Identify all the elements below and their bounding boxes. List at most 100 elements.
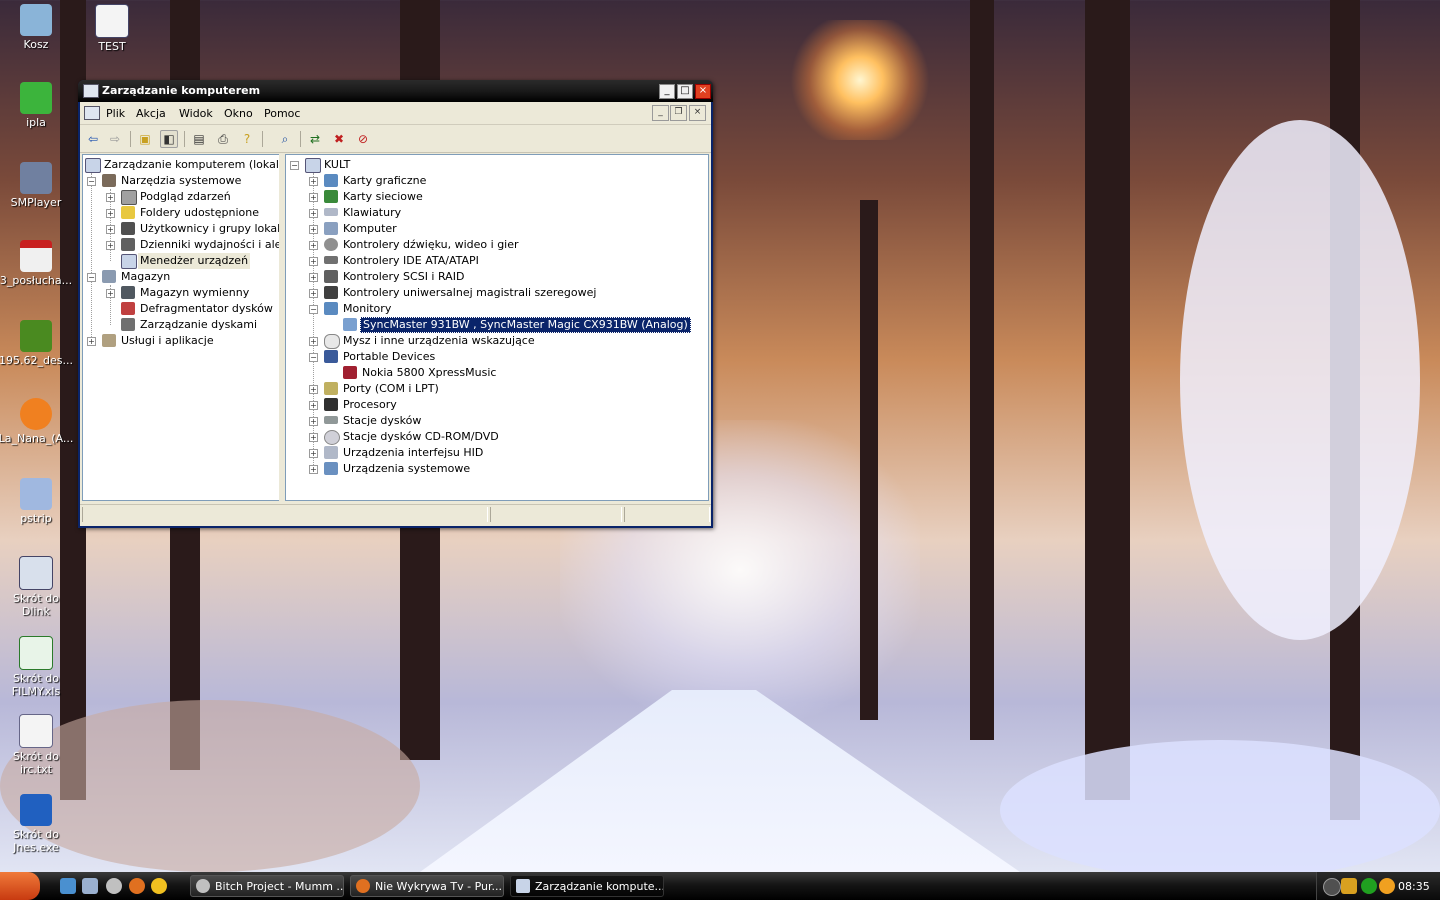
desktop-icon-ipla[interactable]: ipla <box>0 82 74 129</box>
gg-icon[interactable] <box>1361 878 1377 894</box>
desktop-icon-jnes[interactable]: Skrót do Jnes.exe <box>0 794 74 854</box>
desktop-icon-label: La_Nana_(A... <box>0 432 74 445</box>
taskbar-button-active[interactable]: Zarządzanie kompute... <box>510 875 664 897</box>
desktop-icon-irc[interactable]: Skrót do irc.txt <box>0 714 74 776</box>
expand-toggle[interactable]: + <box>309 433 318 442</box>
expand-toggle[interactable]: + <box>309 177 318 186</box>
mdi-restore-button[interactable]: ❐ <box>670 105 687 121</box>
expand-toggle[interactable]: + <box>309 337 318 346</box>
expand-toggle[interactable]: + <box>106 241 115 250</box>
mdi-minimize-button[interactable]: _ <box>652 105 669 121</box>
desktop-icon-dlink[interactable]: Skrót do Dlink <box>0 556 74 618</box>
computer-management-icon[interactable] <box>84 106 100 120</box>
window-titlebar[interactable]: Zarządzanie komputerem _ □ × <box>78 80 713 102</box>
desktop-icon-label: Skrót do Jnes.exe <box>13 828 59 854</box>
collapse-toggle[interactable]: − <box>309 353 318 362</box>
wallpaper-tree <box>1085 0 1130 800</box>
expand-toggle[interactable]: + <box>309 225 318 234</box>
back-icon[interactable]: ⇦ <box>84 130 102 148</box>
expand-toggle[interactable]: + <box>309 465 318 474</box>
up-folder-icon[interactable]: ▣ <box>136 130 154 148</box>
clock[interactable]: 08:35 <box>1398 880 1430 893</box>
sun-icon[interactable] <box>1379 878 1395 894</box>
menu-plik[interactable]: Plik <box>106 107 125 120</box>
tree-item-label: Narzędzia systemowe <box>121 174 242 187</box>
uninstall-icon[interactable]: ✖ <box>330 130 348 148</box>
expand-toggle[interactable]: + <box>309 257 318 266</box>
tree-item-label: Dzienniki wydajności i alerty <box>140 238 280 251</box>
collapse-toggle[interactable]: − <box>87 273 96 282</box>
tree-item-label: Karty sieciowe <box>343 190 423 203</box>
expand-toggle[interactable]: + <box>87 337 96 346</box>
desktop-icon-audio[interactable]: La_Nana_(A... <box>0 398 74 445</box>
desktop-icon-pstrip[interactable]: pstrip <box>0 478 74 525</box>
firefox-icon <box>356 879 370 893</box>
expand-toggle[interactable]: + <box>309 193 318 202</box>
disable-icon[interactable]: ⊘ <box>354 130 372 148</box>
services-applications-icon <box>102 334 116 347</box>
desktop-icon-test[interactable]: TEST <box>74 4 150 53</box>
taskbar-button[interactable]: Bitch Project - Mumm ... <box>190 875 344 897</box>
smiley-icon[interactable] <box>151 878 167 894</box>
menu-pomoc[interactable]: Pomoc <box>264 107 300 120</box>
alien-icon[interactable] <box>106 878 122 894</box>
collapse-toggle[interactable]: − <box>290 161 299 170</box>
minimize-button[interactable]: _ <box>659 84 675 99</box>
show-desktop-icon[interactable] <box>60 878 76 894</box>
nvidia-icon <box>20 320 52 352</box>
smplayer-icon <box>20 162 52 194</box>
desktop-icon-nvidia[interactable]: 195.62_des... <box>0 320 74 367</box>
text-shortcut-icon <box>19 714 53 748</box>
computer-management-window[interactable]: Zarządzanie komputerem _ □ × Plik Akcja … <box>78 80 713 528</box>
desktop-icon-recycle-bin[interactable]: Kosz <box>0 4 74 51</box>
my-computer-icon[interactable] <box>82 878 98 894</box>
expand-toggle[interactable]: + <box>106 289 115 298</box>
firefox-icon[interactable] <box>129 878 145 894</box>
expand-toggle[interactable]: + <box>309 273 318 282</box>
close-button[interactable]: × <box>695 84 711 99</box>
tree-item-label: Monitory <box>343 302 392 315</box>
tree-item-label: Zarządzanie komputerem (lokalne) <box>104 158 280 171</box>
desktop-icon-label: 3_posłucha... <box>0 274 73 287</box>
print-icon[interactable]: ⎙ <box>214 130 232 148</box>
pane-splitter[interactable] <box>279 154 284 501</box>
update-driver-icon[interactable]: ⇄ <box>306 130 324 148</box>
mdi-close-button[interactable]: × <box>689 105 706 121</box>
desktop-icon-smplayer[interactable]: SMPlayer <box>0 162 74 209</box>
expand-toggle[interactable]: + <box>309 209 318 218</box>
expand-toggle[interactable]: + <box>309 401 318 410</box>
console-tree-pane[interactable]: Zarządzanie komputerem (lokalne) − Narzę… <box>82 154 280 501</box>
taskbar: Bitch Project - Mumm ... Nie Wykrywa Tv … <box>0 872 1440 900</box>
menu-akcja[interactable]: Akcja <box>136 107 166 120</box>
expand-toggle[interactable]: + <box>309 385 318 394</box>
window-title: Zarządzanie komputerem <box>102 84 261 97</box>
collapse-toggle[interactable]: − <box>87 177 96 186</box>
expand-toggle[interactable]: + <box>106 193 115 202</box>
menu-okno[interactable]: Okno <box>224 107 253 120</box>
desktop-icon-label: pstrip <box>20 512 52 525</box>
kaspersky-icon[interactable] <box>1341 878 1357 894</box>
status-bar <box>80 504 711 525</box>
desktop-icon-pdf[interactable]: 3_posłucha... <box>0 240 74 287</box>
taskbar-button[interactable]: Nie Wykrywa Tv - Pur... <box>350 875 504 897</box>
help-icon[interactable]: ? <box>238 130 256 148</box>
wallpaper-snowbank <box>1000 740 1440 872</box>
arrow-left-icon[interactable] <box>1323 878 1341 896</box>
properties-icon[interactable]: ▤ <box>190 130 208 148</box>
forward-icon[interactable]: ⇨ <box>106 130 124 148</box>
device-tree-pane[interactable]: − KULT + Karty graficzne + Karty sieciow… <box>285 154 709 501</box>
menu-widok[interactable]: Widok <box>179 107 213 120</box>
scan-hardware-icon[interactable]: ⌕ <box>276 130 294 148</box>
expand-toggle[interactable]: + <box>309 241 318 250</box>
expand-toggle[interactable]: + <box>309 449 318 458</box>
desktop-icon-filmy[interactable]: Skrót do FILMY.xls <box>0 636 74 698</box>
expand-toggle[interactable]: + <box>106 225 115 234</box>
expand-toggle[interactable]: + <box>309 417 318 426</box>
expand-toggle[interactable]: + <box>309 289 318 298</box>
collapse-toggle[interactable]: − <box>309 305 318 314</box>
expand-toggle[interactable]: + <box>106 209 115 218</box>
show-hide-tree-icon[interactable]: ◧ <box>160 130 178 148</box>
tree-item-label: SyncMaster 931BW , SyncMaster Magic CX93… <box>360 317 691 333</box>
maximize-button[interactable]: □ <box>677 84 693 99</box>
start-button[interactable] <box>0 872 40 900</box>
